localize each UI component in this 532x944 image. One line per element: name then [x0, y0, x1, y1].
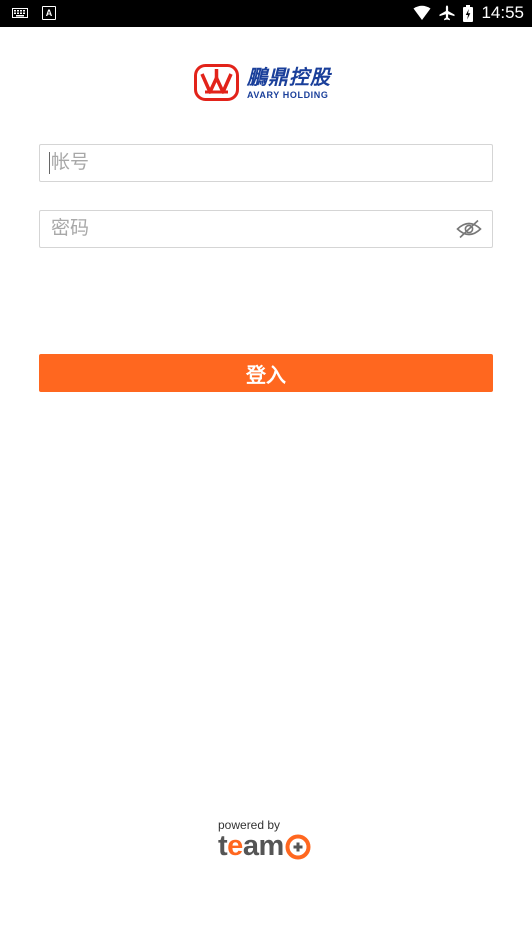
- airplane-icon: [439, 5, 455, 21]
- wifi-icon: [413, 5, 431, 20]
- status-time: 14:55: [481, 3, 524, 22]
- password-input[interactable]: [40, 211, 441, 245]
- teamo-o-plus-icon: [285, 834, 311, 860]
- keyboard-icon: [12, 8, 28, 18]
- logo-chinese-name: 鵬鼎控股: [247, 64, 331, 89]
- teamo-wordmark: team: [218, 830, 284, 862]
- avary-logo-mark-icon: [194, 64, 239, 101]
- powered-by-teamo: powered by team: [218, 818, 311, 861]
- text-cursor: [49, 152, 50, 174]
- avary-holding-logo: 鵬鼎控股 AVARY HOLDING: [194, 64, 331, 101]
- account-field[interactable]: [39, 144, 493, 182]
- eye-off-icon[interactable]: [456, 219, 482, 239]
- teamo-logo: team: [218, 831, 311, 861]
- password-field[interactable]: [39, 210, 493, 248]
- battery-icon: [463, 4, 474, 22]
- status-bar: A 14:55: [0, 0, 532, 27]
- a-icon: A: [42, 6, 56, 20]
- account-input[interactable]: [40, 145, 441, 179]
- login-button[interactable]: 登入: [39, 354, 493, 392]
- logo-english-name: AVARY HOLDING: [247, 89, 329, 100]
